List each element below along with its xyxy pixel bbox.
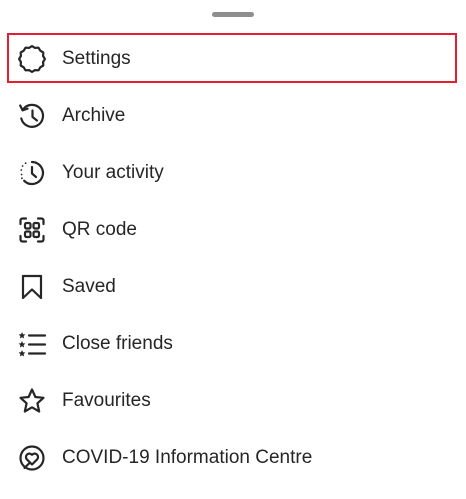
menu-item-label: Close friends [62,332,173,354]
activity-icon [17,158,47,188]
qr-code-icon [17,215,47,245]
menu-item-qr-code[interactable]: QR code [0,201,466,258]
menu-item-label: QR code [62,218,137,240]
drag-handle[interactable] [212,12,254,17]
close-friends-icon [17,329,47,359]
archive-icon [17,101,47,131]
menu-item-saved[interactable]: Saved [0,258,466,315]
menu-item-label: Archive [62,104,126,126]
menu-item-favourites[interactable]: Favourites [0,372,466,429]
menu-list: Settings Archive Your activity QR code S… [0,30,466,486]
gear-icon [17,44,47,74]
menu-item-label: Settings [62,47,131,69]
menu-item-label: Favourites [62,389,151,411]
menu-item-settings[interactable]: Settings [0,30,466,87]
menu-item-covid-info[interactable]: COVID-19 Information Centre [0,429,466,486]
bottom-sheet: Settings Archive Your activity QR code S… [0,0,466,499]
star-icon [17,386,47,416]
menu-item-label: Saved [62,275,116,297]
bookmark-icon [17,272,47,302]
menu-item-close-friends[interactable]: Close friends [0,315,466,372]
menu-item-your-activity[interactable]: Your activity [0,144,466,201]
menu-item-archive[interactable]: Archive [0,87,466,144]
menu-item-label: Your activity [62,161,164,183]
menu-item-label: COVID-19 Information Centre [62,446,313,468]
covid-info-icon [17,443,47,473]
